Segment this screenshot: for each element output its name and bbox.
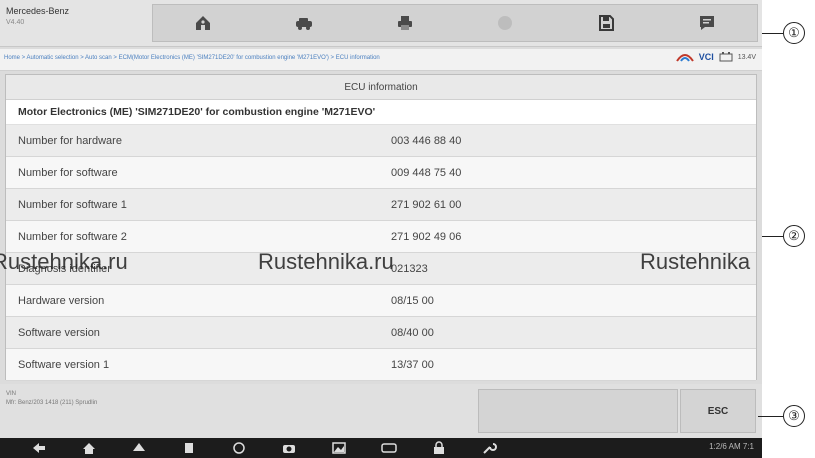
up-button[interactable]: [128, 440, 150, 456]
row-value: 13/37 00: [391, 359, 434, 371]
camera-button[interactable]: [278, 440, 300, 456]
table-row: Number for software 009 448 75 40: [6, 157, 756, 189]
save-button[interactable]: [588, 8, 624, 38]
row-value: 271 902 49 06: [391, 231, 462, 243]
camera-icon: [283, 445, 295, 453]
signal-icon: [675, 54, 694, 62]
row-value: 021323: [391, 263, 428, 275]
home-button[interactable]: [185, 8, 221, 38]
clock-status: 1:2/6 AM 7:1: [709, 442, 754, 451]
globe-icon: [233, 442, 245, 454]
table-row: Number for hardware 003 446 88 40: [6, 125, 756, 157]
browser-button[interactable]: [228, 440, 250, 456]
recent-apps-button[interactable]: [178, 440, 200, 456]
callout-leader: [762, 236, 783, 237]
callout-leader: [758, 416, 783, 417]
vehicle-line: Mfr: Benz/203 1418 (211) Sprudlin: [6, 400, 98, 406]
back-button[interactable]: [28, 440, 50, 456]
print-button[interactable]: [387, 8, 423, 38]
watermark: Rustehnika.ru: [0, 249, 128, 274]
save-icon: [598, 15, 614, 31]
callout-1: ①: [783, 22, 805, 44]
house-icon: [83, 443, 95, 454]
breadcrumb[interactable]: Home > Automatic selection > Auto scan >…: [4, 55, 380, 61]
watermark: Rustehnika: [640, 249, 751, 274]
top-bar: Mercedes-Benz V4.40: [0, 0, 762, 47]
vehicle-swap-icon: [295, 18, 312, 30]
ecu-info-panel: ECU information Motor Electronics (ME) '…: [5, 74, 757, 381]
battery-icon: [719, 52, 733, 62]
android-nav-bar: 1:2/6 AM 7:1: [0, 438, 762, 458]
home-nav-button[interactable]: [78, 440, 100, 456]
data-logging-button[interactable]: [689, 8, 725, 38]
vci-icon: [381, 443, 397, 453]
table-row: Number for software 1 271 902 61 00: [6, 189, 756, 221]
wrench-icon: [483, 443, 497, 454]
breadcrumb-bar: Home > Automatic selection > Auto scan >…: [0, 49, 762, 71]
screenshot-button[interactable]: [428, 440, 450, 456]
function-button-slot[interactable]: [478, 389, 678, 433]
row-label: Number for hardware: [18, 135, 122, 147]
row-value: 009 448 75 40: [391, 167, 462, 179]
vin-info: VIN Mfr: Benz/203 1418 (211) Sprudlin: [6, 390, 97, 408]
vin-label: VIN: [6, 391, 17, 397]
back-arrow-icon: [33, 443, 45, 453]
row-label: Software version: [18, 327, 100, 339]
help-icon: [498, 16, 513, 30]
square-icon: [185, 443, 193, 453]
row-label: Software version 1: [18, 359, 110, 371]
vehicle-make: Mercedes-Benz: [6, 6, 70, 16]
row-value: 08/40 00: [391, 327, 434, 339]
ecu-name: Motor Electronics (ME) 'SIM271DE20' for …: [6, 100, 756, 125]
gallery-button[interactable]: [328, 440, 350, 456]
toolbar: [152, 4, 758, 42]
vci-nav-button[interactable]: [378, 440, 400, 456]
panel-title: ECU information: [6, 75, 756, 100]
callout-3: ③: [783, 405, 805, 427]
table-row: Software version 1 13/37 00: [6, 349, 756, 381]
help-button[interactable]: [487, 8, 523, 38]
row-value: 003 446 88 40: [391, 135, 462, 147]
row-label: Hardware version: [18, 295, 105, 307]
vehicle-swap-button[interactable]: [286, 8, 322, 38]
esc-button[interactable]: ESC: [680, 389, 756, 433]
home-icon: [196, 16, 211, 30]
table-row: Software version 08/40 00: [6, 317, 756, 349]
function-bar: VIN Mfr: Benz/203 1418 (211) Sprudlin ES…: [0, 384, 762, 438]
print-icon: [397, 16, 412, 30]
status-icons: VCI 13.4V: [675, 52, 756, 62]
vci-status: VCI: [698, 52, 714, 62]
up-arrow-icon: [133, 443, 145, 451]
tools-button[interactable]: [478, 440, 500, 456]
vehicle-info: Mercedes-Benz V4.40: [6, 6, 69, 28]
software-version: V4.40: [6, 19, 25, 26]
lock-icon: [434, 441, 444, 454]
row-label: Number for software: [18, 167, 118, 179]
battery-voltage: 13.4V: [737, 53, 756, 61]
callout-leader: [762, 33, 783, 34]
row-value: 271 902 61 00: [391, 199, 462, 211]
row-label: Number for software 1: [18, 199, 127, 211]
gallery-icon: [332, 442, 346, 454]
callout-2: ②: [783, 225, 805, 247]
table-row: Hardware version 08/15 00: [6, 285, 756, 317]
watermark: Rustehnika.ru: [258, 249, 394, 274]
data-logging-icon: [699, 16, 714, 30]
row-value: 08/15 00: [391, 295, 434, 307]
device-screen: Mercedes-Benz V4.40 Home > Automatic sel…: [0, 0, 762, 458]
